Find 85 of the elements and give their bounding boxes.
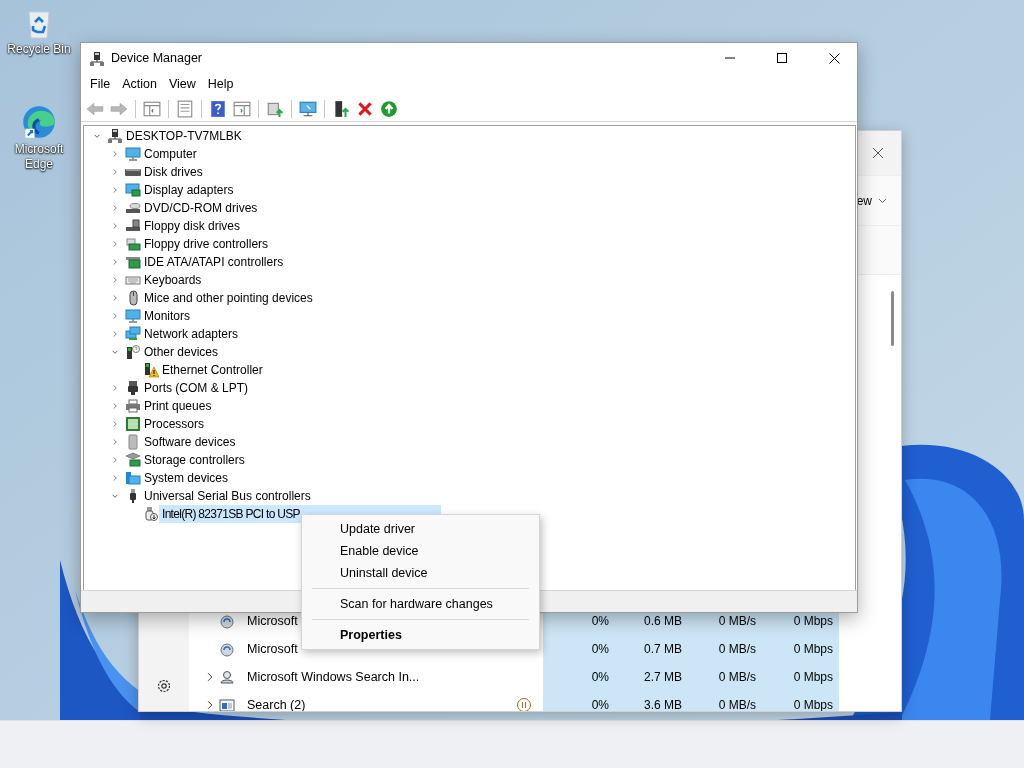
- process-name: Microsoft Windows Search In...: [246, 669, 420, 684]
- table-cell: 2.7 MB: [615, 663, 688, 691]
- table-cell: 0%: [543, 635, 615, 663]
- table-cell: 0.7 MB: [615, 635, 688, 663]
- browser-icon: [21, 104, 57, 140]
- delete-icon[interactable]: [356, 99, 374, 118]
- table-cell: 0 MB/s: [688, 635, 762, 663]
- tree-item[interactable]: Computer: [141, 145, 200, 163]
- computer-icon: [107, 128, 123, 144]
- storage-controller-icon: [125, 452, 141, 468]
- monitor-icon: [125, 308, 141, 324]
- tree-item[interactable]: Keyboards: [141, 271, 205, 289]
- tree-item[interactable]: Monitors: [141, 307, 193, 325]
- menu-item[interactable]: Properties: [302, 624, 539, 646]
- circuit-board-icon: [125, 254, 141, 270]
- network-icon: [125, 326, 141, 342]
- computer-icon: [89, 50, 105, 67]
- question-device-icon: [125, 344, 141, 360]
- folder-monitor-icon: [125, 470, 141, 486]
- window-title: Device Manager: [111, 49, 203, 67]
- settings-icon[interactable]: [156, 678, 172, 694]
- tree-item[interactable]: Floppy disk drives: [141, 217, 244, 235]
- tree-item[interactable]: Disk drives: [141, 163, 206, 181]
- process-name: Microsoft: [246, 613, 298, 628]
- tree-item[interactable]: Other devices: [141, 343, 222, 361]
- table-cell: 0%: [543, 691, 615, 711]
- warning-device-icon: [143, 362, 159, 378]
- tree-item[interactable]: Mice and other pointing devices: [141, 289, 316, 307]
- properties-icon[interactable]: [176, 99, 194, 118]
- tree-item[interactable]: Ethernet Controller: [159, 361, 266, 379]
- monitor-icon: [125, 146, 141, 162]
- tree-item[interactable]: Processors: [141, 415, 208, 433]
- table-cell: 0%: [543, 663, 615, 691]
- tree-item[interactable]: Universal Serial Bus controllers: [141, 487, 314, 505]
- table-cell: 0 Mbps: [762, 663, 839, 691]
- tree-item[interactable]: Software devices: [141, 433, 239, 451]
- printer-icon: [125, 398, 141, 414]
- update-driver-icon[interactable]: [332, 99, 350, 118]
- menu-item[interactable]: Scan for hardware changes: [302, 593, 539, 615]
- usb-device-icon: [143, 506, 159, 522]
- process-name: Search (2): [246, 697, 306, 711]
- disc-drive-icon: [125, 200, 141, 216]
- tree-item[interactable]: Display adapters: [141, 181, 237, 199]
- box-icon: [125, 434, 141, 450]
- pane-icon[interactable]: [143, 99, 161, 118]
- table-cell: 0 Mbps: [762, 691, 839, 711]
- tree-item[interactable]: DVD/CD-ROM drives: [141, 199, 261, 217]
- table-cell: 0 MB/s: [688, 663, 762, 691]
- help-icon[interactable]: [209, 99, 227, 118]
- tree-item[interactable]: Ports (COM & LPT): [141, 379, 251, 397]
- close-icon: [828, 52, 840, 64]
- enable-icon[interactable]: [380, 99, 398, 118]
- menu-item[interactable]: Uninstall device: [302, 562, 539, 584]
- menu-item[interactable]: Help: [201, 75, 240, 94]
- process-icon: [219, 613, 235, 629]
- tree-item[interactable]: System devices: [141, 469, 232, 487]
- tree-item[interactable]: DESKTOP-TV7MLBK: [123, 127, 245, 145]
- floppy-drive-icon: [125, 218, 141, 234]
- menu-item[interactable]: View: [162, 75, 202, 94]
- chevron-right-icon[interactable]: [205, 672, 215, 682]
- table-cell: 3.6 MB: [615, 691, 688, 711]
- tree-item[interactable]: Floppy drive controllers: [141, 235, 272, 253]
- process-icon: [219, 641, 235, 657]
- process-name: Microsoft: [246, 641, 298, 656]
- display-adapter-icon: [125, 182, 141, 198]
- tree-item[interactable]: Network adapters: [141, 325, 242, 343]
- table-cell: 0 Mbps: [762, 635, 839, 663]
- maximize-icon: [777, 53, 787, 63]
- close-icon: [872, 147, 884, 159]
- tree-item[interactable]: Storage controllers: [141, 451, 248, 469]
- pane-icon[interactable]: [233, 99, 251, 118]
- chevron-right-icon[interactable]: [205, 700, 215, 710]
- monitor-icon[interactable]: [299, 99, 317, 118]
- plug-icon: [125, 380, 141, 396]
- tree-item[interactable]: Print queues: [141, 397, 215, 415]
- menu-item[interactable]: File: [84, 75, 117, 94]
- menu-item[interactable]: Enable device: [302, 540, 539, 562]
- table-cell: 0 MB/s: [688, 691, 762, 711]
- search-process-icon: [219, 669, 235, 685]
- chip-icon: [125, 416, 141, 432]
- menu-item[interactable]: Action: [116, 75, 163, 94]
- circuit-board-icon: [125, 236, 141, 252]
- chevron-down-icon: [878, 197, 887, 204]
- scrollbar-thumb[interactable]: [891, 291, 894, 346]
- tree-item[interactable]: IDE ATA/ATAPI controllers: [141, 253, 287, 271]
